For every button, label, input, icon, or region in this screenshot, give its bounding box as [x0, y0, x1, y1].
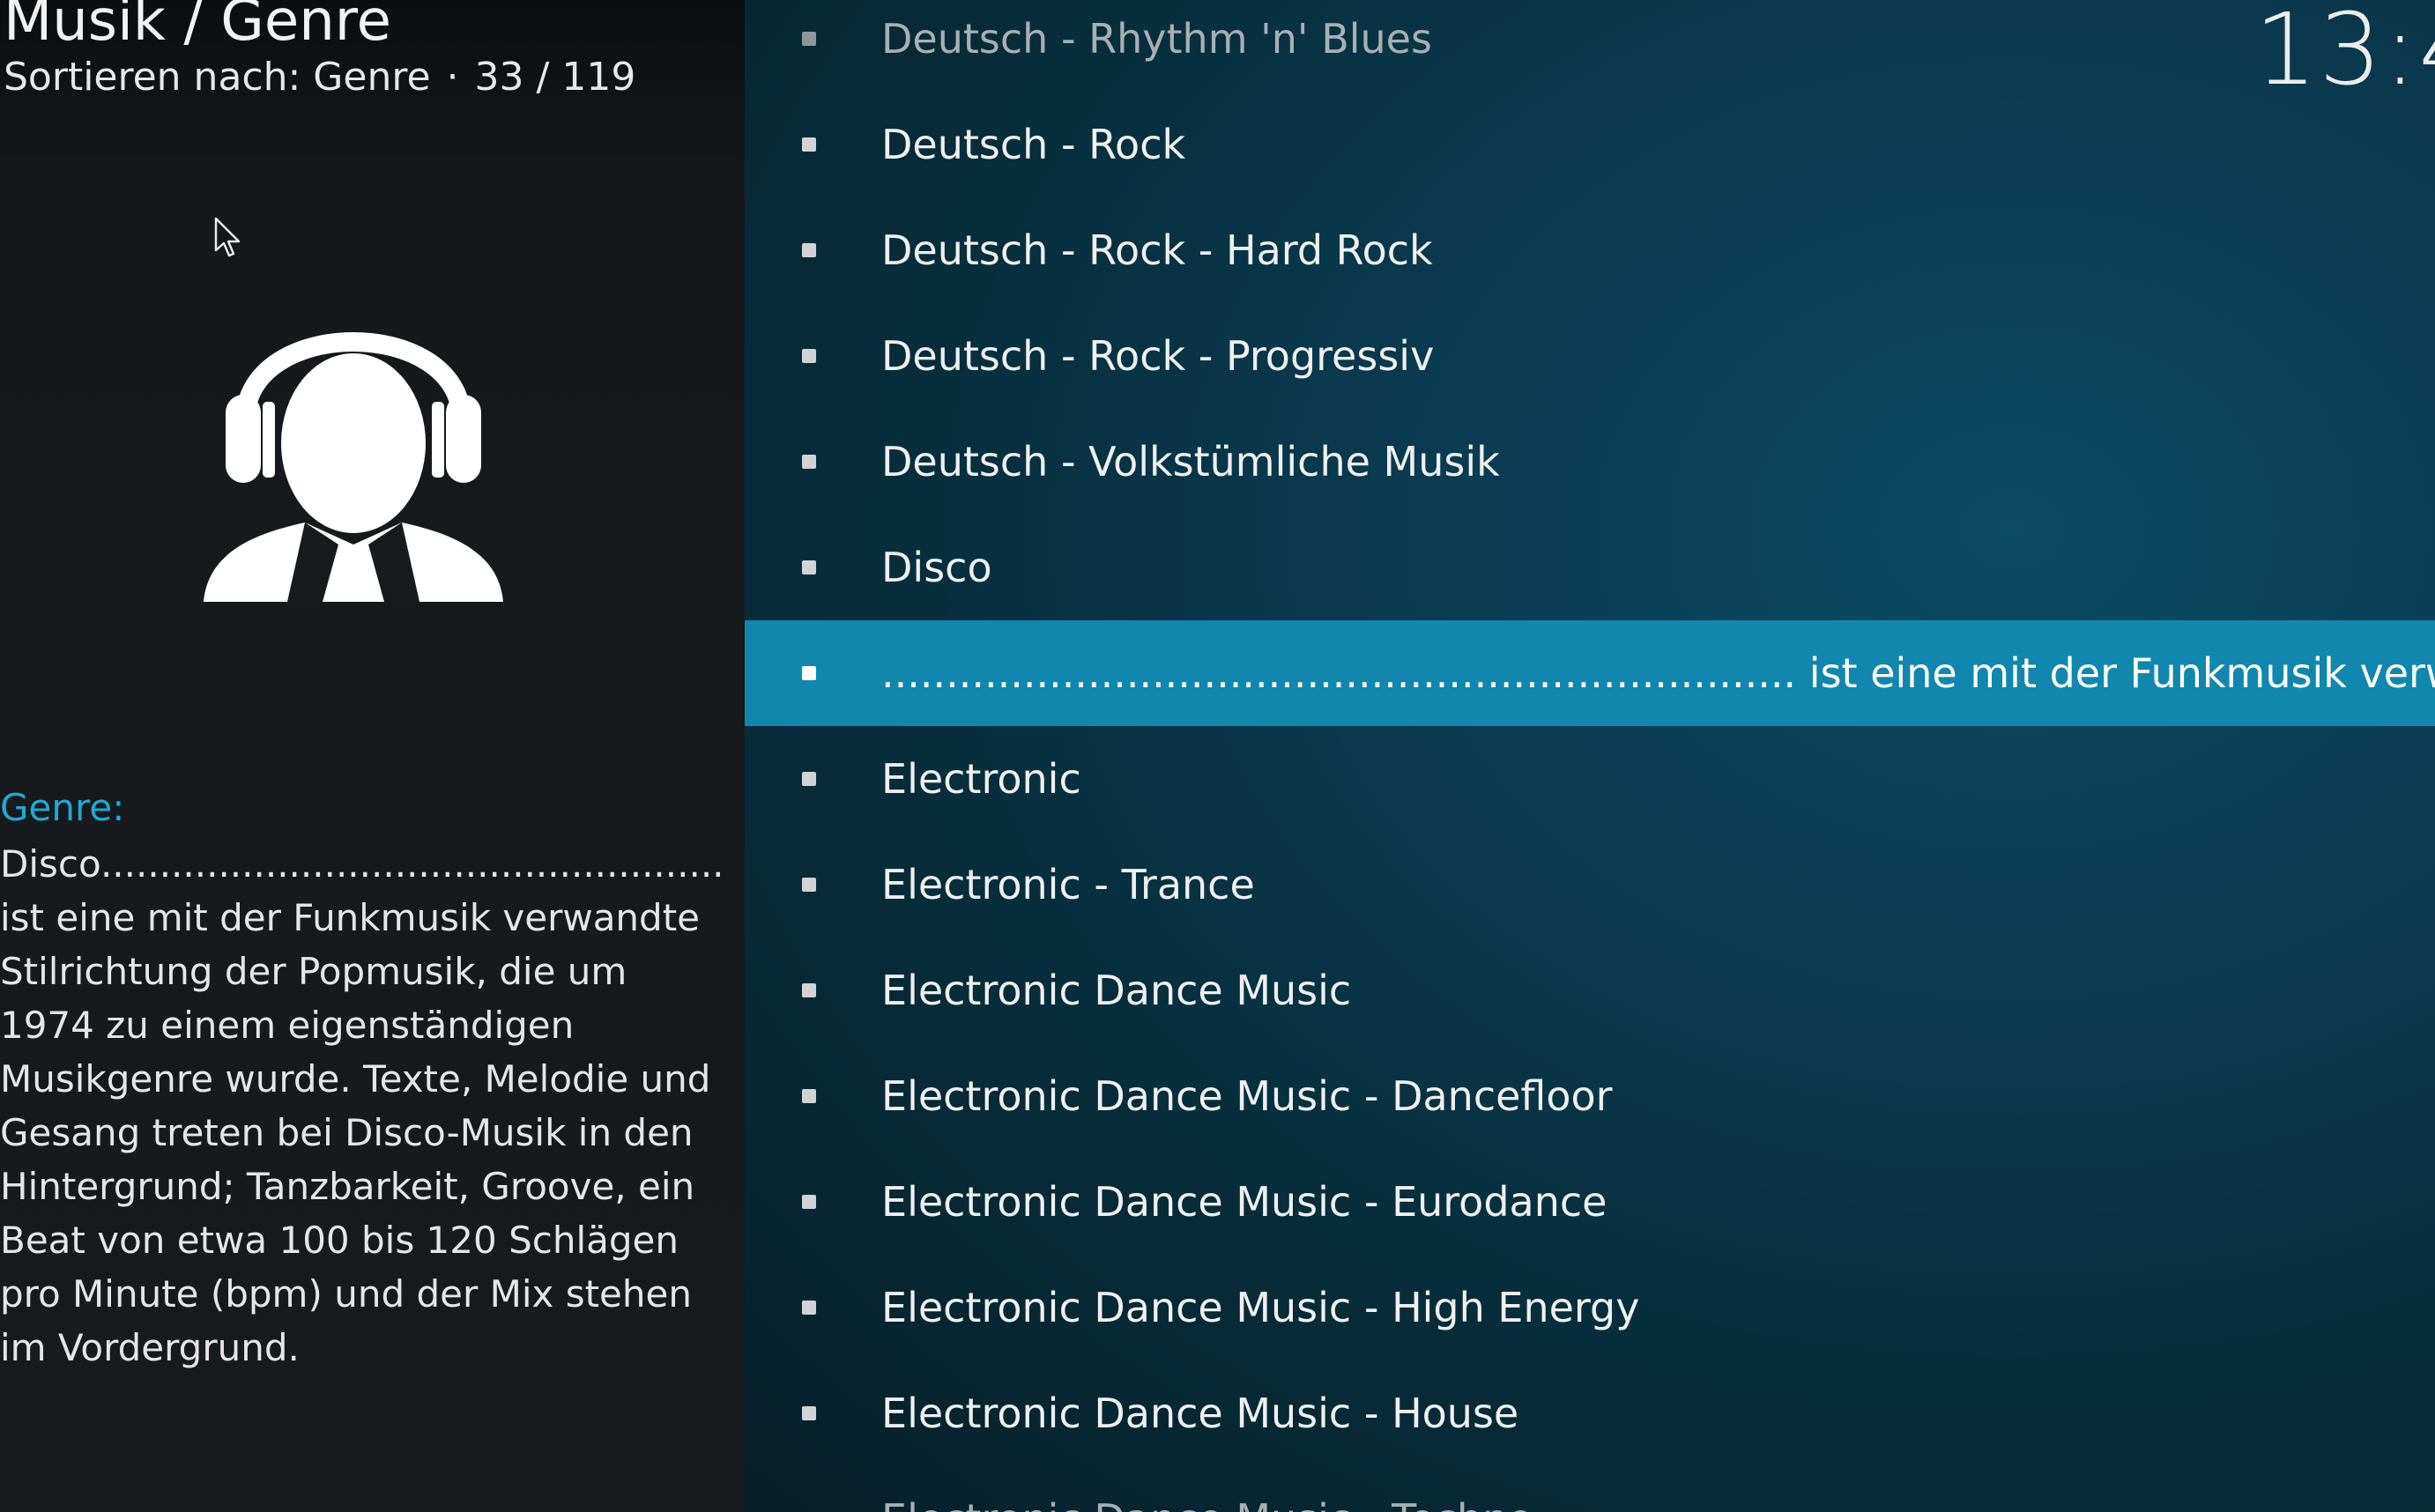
bullet-icon	[802, 455, 816, 469]
page-title: Musik / Genre	[4, 0, 392, 54]
bullet-icon	[802, 349, 816, 363]
bullet-icon	[802, 560, 816, 574]
list-item[interactable]: Electronic Dance Music - Dancefloor	[745, 1043, 2435, 1149]
list-item-label: Deutsch - Rock - Progressiv	[881, 332, 1435, 380]
bullet-icon	[802, 32, 816, 46]
bullet-icon	[802, 1089, 816, 1103]
list-item-label: Deutsch - Rock	[881, 121, 1186, 168]
headphones-person-icon	[204, 332, 503, 602]
list-item-label: Disco	[881, 544, 992, 591]
bullet-icon	[802, 1195, 816, 1209]
info-panel: Musik / Genre Sortieren nach: Genre · 33 /…	[0, 0, 745, 1512]
list-item-label: Electronic Dance Music - Techno	[881, 1495, 1533, 1512]
genre-list[interactable]: Deutsch - Rhythm 'n' Blues Deutsch - Rock…	[745, 0, 2435, 1512]
bullet-icon	[802, 983, 816, 997]
bullet-icon	[802, 243, 816, 257]
sort-label[interactable]: Sortieren nach: Genre	[4, 55, 431, 100]
list-item-label: Electronic Dance Music	[881, 967, 1352, 1014]
list-item-label: Deutsch - Rhythm 'n' Blues	[881, 15, 1432, 63]
list-item-label: Electronic - Trance	[881, 861, 1255, 908]
list-item-label: Deutsch - Rock - Hard Rock	[881, 226, 1433, 274]
info-label: Genre:	[0, 786, 125, 829]
list-item[interactable]: Electronic Dance Music	[745, 938, 2435, 1043]
list-item[interactable]: Disco	[745, 515, 2435, 620]
bullet-icon	[802, 878, 816, 892]
item-position: 33 / 119	[474, 55, 636, 100]
mouse-pointer-icon	[214, 217, 241, 257]
list-item[interactable]: Deutsch - Volkstümliche Musik	[745, 409, 2435, 515]
list-item[interactable]: Electronic Dance Music - Eurodance	[745, 1149, 2435, 1255]
list-item[interactable]: Deutsch - Rock - Progressiv	[745, 303, 2435, 409]
kodi-music-genre-view: Musik / Genre Sortieren nach: Genre · 33 /…	[0, 0, 2435, 1512]
list-item-label: Electronic Dance Music - House	[881, 1390, 1519, 1437]
clock: 13:48	[2254, 0, 2435, 107]
bullet-icon	[802, 666, 816, 680]
list-item[interactable]: Electronic Dance Music - Techno	[745, 1466, 2435, 1512]
sort-and-position: Sortieren nach: Genre · 33 / 119	[4, 55, 635, 100]
genre-description-text: ist eine mit der Funkmusik verwandte Sti…	[0, 896, 711, 1369]
separator: ·	[446, 55, 459, 100]
list-item-selected[interactable]: ........................................…	[745, 620, 2435, 726]
bullet-icon	[802, 1301, 816, 1315]
list-item[interactable]: Deutsch - Rhythm 'n' Blues	[745, 0, 2435, 92]
genre-title-line: Disco...................................…	[0, 842, 723, 886]
list-item-label: Electronic Dance Music - High Energy	[881, 1284, 1640, 1331]
list-item[interactable]: Deutsch - Rock - Hard Rock	[745, 197, 2435, 303]
bullet-icon	[802, 137, 816, 152]
list-item[interactable]: Electronic Dance Music - House	[745, 1360, 2435, 1466]
list-item[interactable]: Electronic	[745, 726, 2435, 832]
bullet-icon	[802, 772, 816, 786]
bullet-icon	[802, 1406, 816, 1420]
list-item-label: Electronic Dance Music - Eurodance	[881, 1178, 1607, 1226]
list-item[interactable]: Deutsch - Rock	[745, 92, 2435, 197]
genre-description: Disco...................................…	[0, 837, 723, 1375]
list-item-label: Deutsch - Volkstümliche Musik	[881, 438, 1500, 485]
list-item-label: Electronic Dance Music - Dancefloor	[881, 1072, 1613, 1120]
list-item[interactable]: Electronic - Trance	[745, 832, 2435, 938]
list-item-label: Electronic	[881, 755, 1081, 803]
list-item-label: ........................................…	[881, 649, 2435, 697]
list-item[interactable]: Electronic Dance Music - High Energy	[745, 1255, 2435, 1360]
